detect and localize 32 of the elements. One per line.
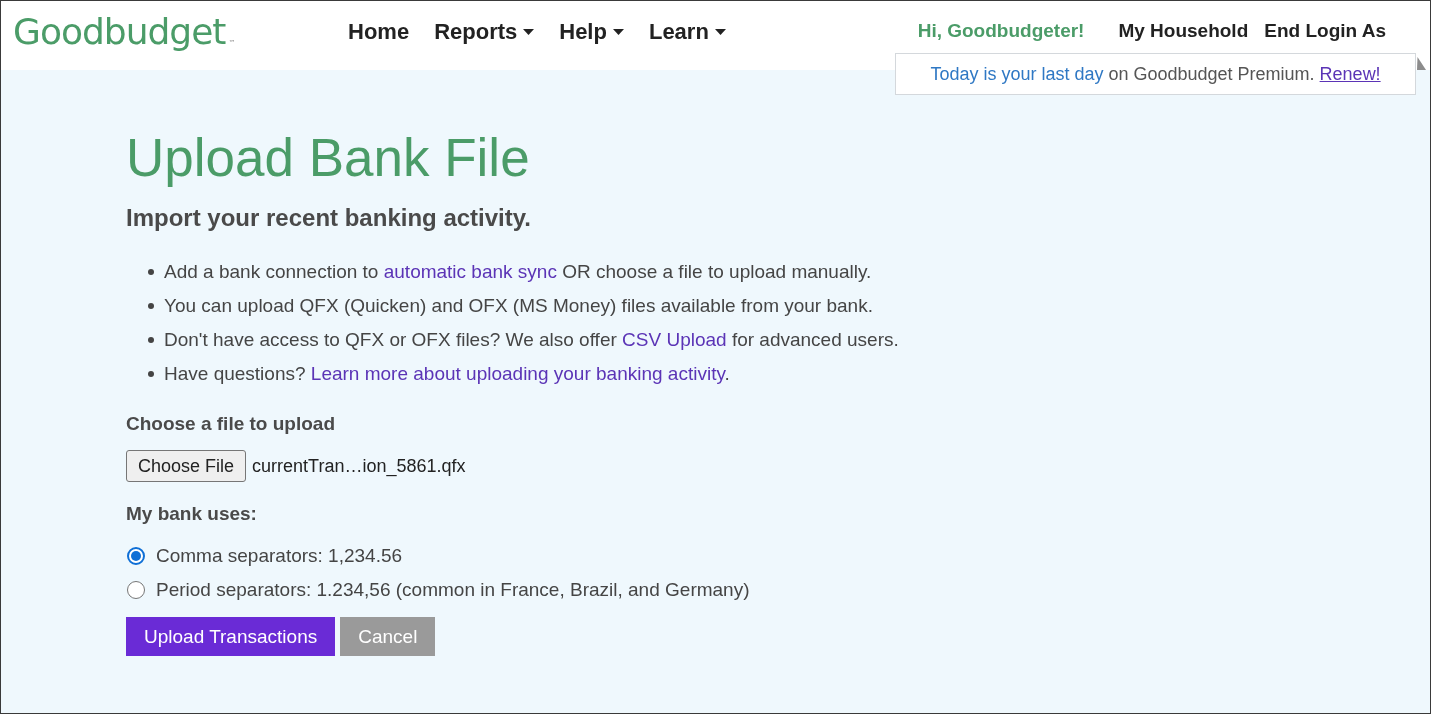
nav-menu-item[interactable]: Learn	[648, 19, 726, 45]
bullet-text: Don't have access to QFX or OFX files? We also offer CSV Upload for advanced users.	[164, 328, 899, 352]
header-link[interactable]: End Login As	[1264, 19, 1386, 43]
bullet-icon	[148, 269, 154, 275]
text-link[interactable]: automatic bank sync	[383, 261, 557, 282]
triangle-icon	[1417, 57, 1426, 70]
page-subtitle: Import your recent banking activity.	[126, 203, 532, 233]
page-title: Upload Bank File	[126, 128, 531, 188]
radio-label: Period separators: 1.234,56 (common in France, Brazil, and Germany)	[156, 578, 750, 602]
nav-menu-item[interactable]: Reports	[434, 19, 535, 45]
radio-button[interactable]	[127, 547, 145, 565]
bullet-text: You can upload QFX (Quicken) and OFX (MS Money) files available from your bank.	[164, 294, 873, 318]
nav-menu-item[interactable]: Home	[348, 19, 410, 45]
nav-menu-item[interactable]: Help	[559, 19, 624, 45]
bullet-text: Add a bank connection to automatic bank sync OR choose a file to upload manually.	[164, 260, 872, 284]
bullet-text: Have questions? Learn more about uploading your banking activity.	[164, 362, 730, 386]
notice-text: Today is your last day on Goodbudget Premium. Renew!	[930, 63, 1381, 85]
section-label: Choose a file to upload	[126, 412, 336, 436]
text-link[interactable]: Learn more about uploading your banking activity	[310, 363, 725, 384]
bullet-icon	[148, 371, 154, 377]
upload-button[interactable]: Upload Transactions	[126, 617, 336, 656]
bullet-icon	[148, 303, 154, 309]
radio-label: Comma separators: 1,234.56	[156, 544, 403, 568]
radio-button[interactable]	[127, 581, 145, 599]
header-link[interactable]: My Household	[1118, 19, 1249, 43]
greeting-text: Hi, Goodbudgeter!	[917, 19, 1085, 43]
choose-file-button[interactable]: Choose File	[126, 450, 247, 482]
file-name: currentTran…ion_5861.qfx	[252, 455, 466, 477]
renew-link[interactable]: Renew!	[1319, 63, 1381, 84]
text-link[interactable]: CSV Upload	[622, 329, 727, 350]
section-label: My bank uses:	[126, 502, 258, 526]
bullet-icon	[148, 337, 154, 343]
